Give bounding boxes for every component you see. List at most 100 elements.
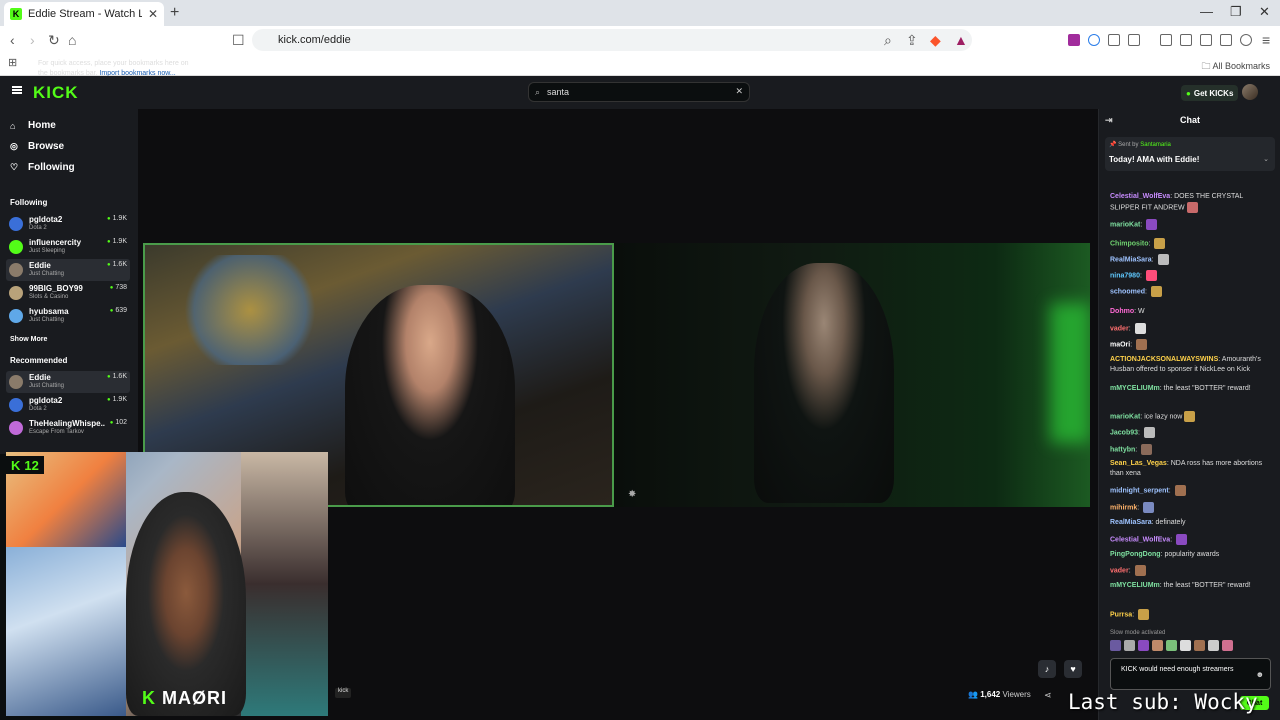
sidebar-channel[interactable]: TheHealingWhispe... Escape From Tarkov 1… <box>6 417 130 439</box>
bookmark-icon[interactable]: ☐ <box>232 32 245 49</box>
channel-name: TheHealingWhispe... <box>29 419 105 428</box>
chat-header: ⇥ Chat <box>1099 109 1280 131</box>
channel-name: hyubsama <box>29 307 69 316</box>
chat-username[interactable]: RealMiaSara <box>1110 519 1152 526</box>
emote-icon[interactable] <box>1222 640 1233 651</box>
extension-icon[interactable] <box>1068 34 1080 46</box>
channel-viewers: 639 <box>110 307 127 314</box>
address-bar[interactable]: kick.com/eddie <box>252 29 972 51</box>
emote-icon[interactable] <box>1208 640 1219 651</box>
apps-icon[interactable]: ⊞ <box>8 56 17 69</box>
emoji-picker-icon[interactable]: ☻ <box>1256 670 1264 680</box>
close-tab-icon[interactable]: ✕ <box>148 7 158 21</box>
channel-category: Dota 2 <box>29 225 47 231</box>
chat-username[interactable]: vader <box>1110 325 1129 332</box>
clear-search-icon[interactable]: ✕ <box>735 86 743 97</box>
chat-username[interactable]: hattybn <box>1110 446 1135 453</box>
emote-icon <box>1141 444 1153 455</box>
sidebar-icon[interactable] <box>1180 34 1192 46</box>
chat-username[interactable]: ACTIONJACKSONALWAYSWINS <box>1110 356 1218 363</box>
extensions-icon[interactable] <box>1108 34 1120 46</box>
chat-username[interactable]: marioKat <box>1110 221 1140 228</box>
get-kicks-button[interactable]: ● Get KICKs <box>1181 85 1239 101</box>
follow-heart-icon[interactable]: ♥ <box>1064 660 1082 678</box>
restore-icon[interactable]: ❐ <box>1230 4 1242 20</box>
emote-icon[interactable] <box>1152 640 1163 651</box>
chat-username[interactable]: midnight_serpent <box>1110 487 1169 494</box>
all-bookmarks[interactable]: 🗀 All Bookmarks <box>1201 59 1270 75</box>
chat-username[interactable]: nina7980 <box>1110 272 1140 279</box>
share-icon[interactable]: ⋖ <box>1044 690 1052 701</box>
channel-avatar <box>9 309 23 323</box>
chevron-down-icon[interactable]: ⌄ <box>1263 155 1269 163</box>
sidebar-channel[interactable]: Eddie Just Chatting 1.6K <box>6 259 130 281</box>
chat-username[interactable]: mMYCELIUMm <box>1110 385 1160 392</box>
chat-username[interactable]: Celestial_WolfEva <box>1110 536 1170 543</box>
share-page-icon[interactable]: ⇪ <box>906 32 918 49</box>
chat-username[interactable]: Celestial_WolfEva <box>1110 193 1170 200</box>
chat-separator: : <box>1135 446 1140 454</box>
wallet-icon[interactable] <box>1200 34 1212 46</box>
screenshot-icon[interactable] <box>1128 34 1140 46</box>
sidebar-channel[interactable]: hyubsama Just Chatting 639 <box>6 305 130 327</box>
viewers-number: 1,642 <box>980 690 1001 699</box>
chat-username[interactable]: marioKat <box>1110 413 1140 420</box>
emote-icon[interactable] <box>1180 640 1191 651</box>
nav-browse[interactable]: ◎ Browse <box>10 141 64 152</box>
chat-username[interactable]: mihirmk <box>1110 504 1137 511</box>
reload-icon[interactable]: ↻ <box>48 32 60 49</box>
chat-message: Dohmo: W <box>1110 307 1270 317</box>
chat-username[interactable]: Sean_Las_Vegas <box>1110 460 1167 467</box>
chat-username[interactable]: Jacob93 <box>1110 429 1138 436</box>
browser-tab[interactable]: K Eddie Stream - Watch Live on ✕ <box>4 2 164 26</box>
nav-following[interactable]: ♡ Following <box>10 162 75 173</box>
chat-username[interactable]: Chimposito <box>1110 240 1149 247</box>
extension-icon[interactable] <box>1088 34 1100 46</box>
kick-logo[interactable]: KICK <box>33 83 79 103</box>
chat-username[interactable]: Purrsa <box>1110 611 1132 618</box>
sidebar-channel[interactable]: 99BIG_BOY99 Slots & Casino 738 <box>6 282 130 304</box>
media-icon[interactable] <box>1160 34 1172 46</box>
chat-username[interactable]: maOri <box>1110 341 1130 348</box>
pinned-message[interactable]: 📌 Sent by Santamaria Today! AMA with Edd… <box>1105 137 1275 171</box>
menu-icon[interactable]: ≡ <box>1262 32 1270 48</box>
emote-icon[interactable] <box>1194 640 1205 651</box>
leo-icon[interactable] <box>1220 34 1232 46</box>
forward-icon[interactable]: › <box>30 32 35 48</box>
chat-username[interactable]: Dohmo <box>1110 308 1134 315</box>
hamburger-menu-icon[interactable] <box>12 86 22 94</box>
chat-username[interactable]: vader <box>1110 567 1129 574</box>
sidebar-channel[interactable]: influencercity Just Sleeping 1.9K <box>6 236 130 258</box>
collapse-chat-icon[interactable]: ⇥ <box>1105 109 1113 131</box>
facecam-person <box>126 492 246 716</box>
chat-separator: : <box>1139 272 1144 280</box>
search-input[interactable]: ⌕ santa ✕ <box>528 82 750 102</box>
back-icon[interactable]: ‹ <box>10 32 15 48</box>
vpn-icon[interactable] <box>1240 34 1252 46</box>
chat-username[interactable]: schoomed <box>1110 288 1145 295</box>
chat-username[interactable]: PingPongDong <box>1110 551 1161 558</box>
nav-home[interactable]: ⌂ Home <box>10 120 56 131</box>
new-tab-icon[interactable]: + <box>170 4 179 22</box>
emote-icon[interactable] <box>1166 640 1177 651</box>
chat-input[interactable]: KICK would need enough streamers ☻ <box>1110 658 1271 690</box>
brave-shield-icon[interactable]: ◆ <box>930 32 941 49</box>
show-more-link[interactable]: Show More <box>10 336 47 343</box>
browser-toolbar: ‹ › ↻ ⌂ ☐ kick.com/eddie ⌕ ⇪ ◆ ▲ ≡ <box>0 26 1280 54</box>
rewards-icon[interactable]: ▲ <box>954 32 968 48</box>
zoom-icon[interactable]: ⌕ <box>884 32 892 49</box>
sidebar-channel[interactable]: Eddie Just Chatting 1.6K <box>6 371 130 393</box>
user-avatar[interactable] <box>1242 84 1258 100</box>
chat-username[interactable]: RealMiaSara <box>1110 256 1152 263</box>
minimize-icon[interactable]: — <box>1200 4 1213 19</box>
emote-icon[interactable] <box>1124 640 1135 651</box>
notification-bell-icon[interactable]: ♪ <box>1038 660 1056 678</box>
home-icon[interactable]: ⌂ <box>68 32 76 48</box>
chat-username[interactable]: mMYCELIUMm <box>1110 582 1160 589</box>
close-window-icon[interactable]: ✕ <box>1259 4 1270 20</box>
kick-tag[interactable]: kick <box>335 688 352 698</box>
sidebar-channel[interactable]: pgldota2 Dota 2 1.9K <box>6 394 130 416</box>
sidebar-channel[interactable]: pgldota2 Dota 2 1.9K <box>6 213 130 235</box>
emote-icon[interactable] <box>1138 640 1149 651</box>
emote-icon[interactable] <box>1110 640 1121 651</box>
